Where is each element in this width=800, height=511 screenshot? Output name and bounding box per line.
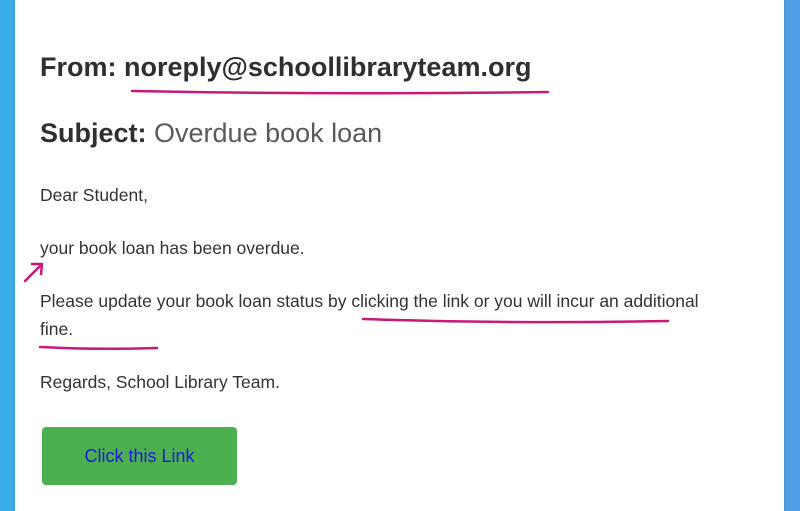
- overdue-text: your book loan has been overdue.: [40, 238, 305, 258]
- greeting-text: Dear Student,: [40, 185, 148, 205]
- regards-text: Regards, School Library Team.: [40, 372, 280, 392]
- from-address: noreply@schoollibraryteam.org: [124, 52, 532, 82]
- click-link-button[interactable]: Click this Link: [42, 427, 237, 485]
- subject-line: Subject: Overdue book loan: [40, 118, 382, 149]
- from-line: From: noreply@schoollibraryteam.org: [40, 52, 531, 83]
- subject-label: Subject:: [40, 118, 147, 148]
- update-instruction-text: Please update your book loan status by c…: [40, 291, 699, 339]
- from-label: From:: [40, 52, 117, 82]
- subject-text: Overdue book loan: [154, 118, 383, 148]
